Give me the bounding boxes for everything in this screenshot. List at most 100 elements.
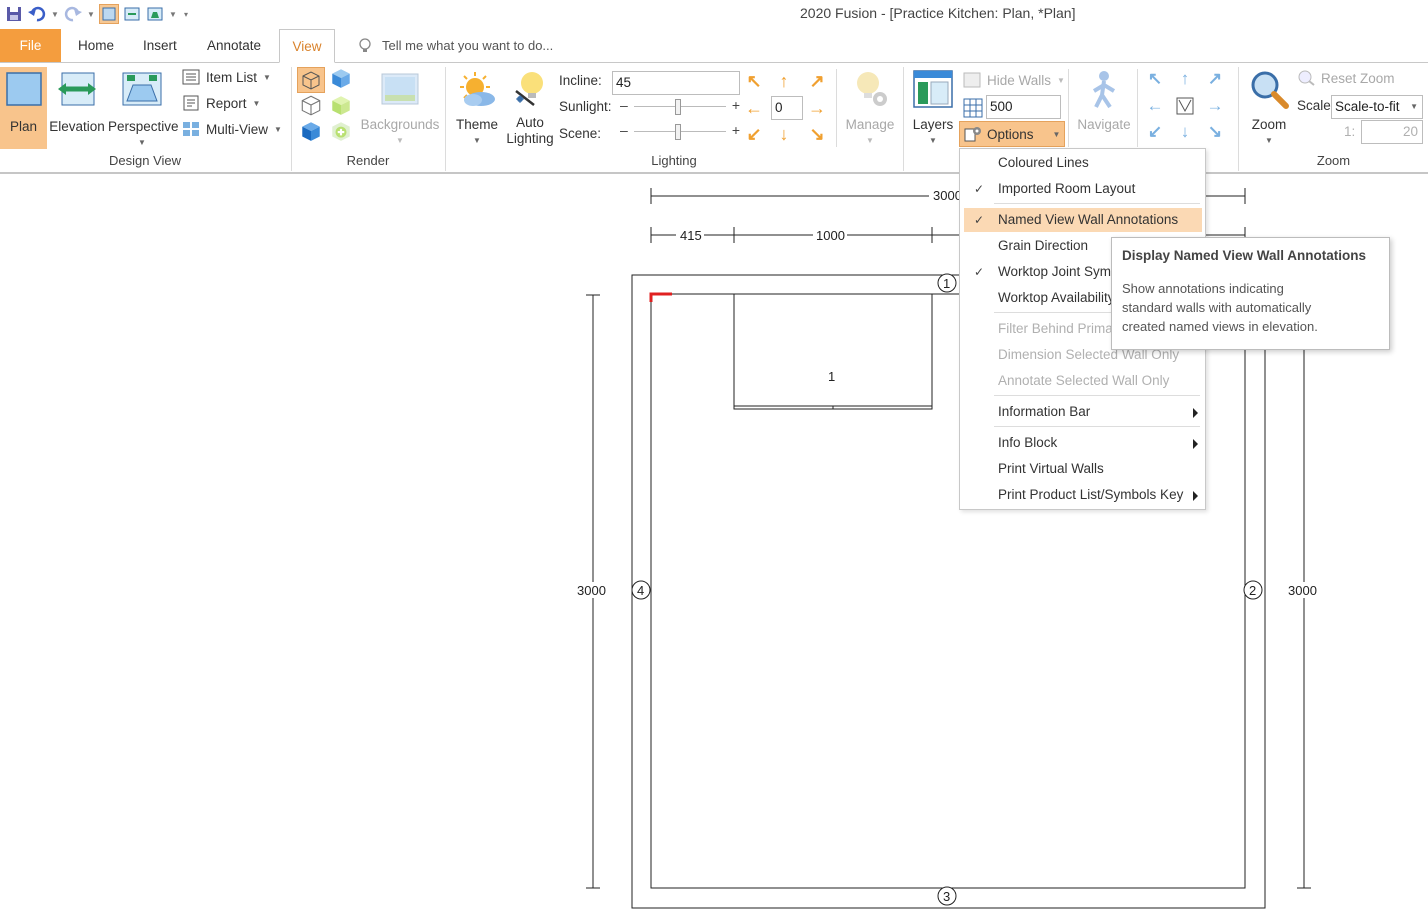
light-direction-n-button[interactable]: ↑ <box>773 70 795 92</box>
light-direction-nw-button[interactable]: ↖ <box>743 70 765 92</box>
backgrounds-button[interactable]: Backgrounds ▼ <box>360 67 440 149</box>
menu-item-label: Annotate Selected Wall Only <box>998 373 1170 388</box>
reset-zoom-button[interactable]: Reset Zoom <box>1297 70 1395 86</box>
group-separator <box>903 67 904 171</box>
perspective-quick-button[interactable] <box>145 4 165 24</box>
elevation-button[interactable]: Elevation <box>49 67 105 149</box>
pan-n-button[interactable]: ↑ <box>1174 68 1196 90</box>
scale-ratio-input[interactable]: 20 <box>1361 120 1423 144</box>
theme-button[interactable]: Theme ▼ <box>450 67 504 149</box>
sunlight-decrease[interactable]: – <box>620 97 628 113</box>
report-button[interactable]: Report ▼ <box>182 95 260 111</box>
layers-button[interactable]: Layers ▼ <box>908 67 958 149</box>
colour-render-button[interactable] <box>329 94 353 119</box>
pan-center-button[interactable] <box>1176 97 1194 118</box>
sunlight-increase[interactable]: + <box>732 97 740 113</box>
light-direction-w-button[interactable]: ← <box>743 97 765 119</box>
sunlight-slider[interactable]: – + <box>620 97 740 117</box>
light-direction-se-button[interactable]: ↘ <box>806 123 828 145</box>
menu-item-info-block[interactable]: Info Block <box>964 431 1202 455</box>
perspective-icon <box>122 72 162 106</box>
plan-view-quick-button[interactable] <box>99 4 119 24</box>
report-label: Report <box>206 95 247 111</box>
zoom-dropdown-icon: ▼ <box>1265 136 1273 145</box>
incline-input[interactable]: 45 <box>612 71 740 95</box>
redo-dropdown-icon[interactable]: ▼ <box>86 10 96 19</box>
elevation-quick-button[interactable] <box>122 4 142 24</box>
scale-select[interactable]: Scale-to-fit ▼ <box>1331 95 1423 119</box>
menu-item-annotate-selected-wall-only[interactable]: Annotate Selected Wall Only <box>964 369 1202 393</box>
save-button[interactable] <box>4 4 24 24</box>
light-direction-ne-button[interactable]: ↗ <box>806 70 828 92</box>
plan-button[interactable]: Plan <box>0 67 47 149</box>
wall-marker-3[interactable]: 3 <box>937 886 957 906</box>
wall-marker-2[interactable]: 2 <box>1243 580 1263 600</box>
customize-toolbar-icon[interactable]: ▾ <box>181 10 191 19</box>
undo-button[interactable] <box>27 4 47 24</box>
scene-decrease[interactable]: – <box>620 122 628 138</box>
menu-item-print-virtual-walls[interactable]: Print Virtual Walls <box>964 457 1202 481</box>
tab-view[interactable]: View <box>279 29 335 63</box>
perspective-dropdown-icon[interactable]: ▼ <box>108 135 176 151</box>
plan-label: Plan <box>9 119 38 134</box>
wall-height-input[interactable]: 500 <box>986 95 1061 119</box>
tell-me-search[interactable]: Tell me what you want to do... <box>358 29 553 62</box>
multi-view-button[interactable]: Multi-View ▼ <box>182 121 282 137</box>
undo-dropdown-icon[interactable]: ▼ <box>50 10 60 19</box>
options-label: Options <box>987 126 1034 142</box>
menu-item-print-product-list[interactable]: Print Product List/Symbols Key <box>964 483 1202 507</box>
redo-button[interactable] <box>63 4 83 24</box>
light-direction-sw-button[interactable]: ↙ <box>743 123 765 145</box>
sunlight-slider-thumb[interactable] <box>675 99 681 115</box>
dimension-top-overall-text: 3000 <box>933 188 962 203</box>
wall-marker-1[interactable]: 1 <box>937 273 957 293</box>
menu-item-imported-room-layout[interactable]: ✓ Imported Room Layout <box>964 177 1202 201</box>
tell-me-input[interactable]: Tell me what you want to do... <box>382 38 553 53</box>
hidden-line-render-button[interactable] <box>299 94 323 119</box>
light-rotation-input[interactable]: 0 <box>771 96 803 120</box>
pan-s-button[interactable]: ↓ <box>1174 121 1196 143</box>
cabinet-outline <box>733 293 933 410</box>
shaded-render-button[interactable] <box>329 67 353 92</box>
dimension-right-text: 3000 <box>1288 583 1317 598</box>
scene-increase[interactable]: + <box>732 122 740 138</box>
pan-sw-button[interactable]: ↙ <box>1144 121 1166 143</box>
scene-slider-thumb[interactable] <box>675 124 681 140</box>
hide-walls-button[interactable]: Hide Walls ▼ <box>963 72 1065 88</box>
backgrounds-dropdown-icon: ▼ <box>396 136 404 145</box>
tab-annotate[interactable]: Annotate <box>207 29 261 62</box>
item-list-label: Item List <box>206 69 258 85</box>
menu-item-information-bar[interactable]: Information Bar <box>964 400 1202 424</box>
lighting-inner-separator <box>836 69 837 147</box>
menu-item-label: Print Virtual Walls <box>998 461 1104 476</box>
light-direction-s-button[interactable]: ↓ <box>773 123 795 145</box>
auto-lighting-button[interactable]: Auto Lighting <box>505 67 555 149</box>
pan-w-button[interactable]: ← <box>1144 95 1166 117</box>
pan-sw-icon: ↙ <box>1147 122 1163 141</box>
pan-se-button[interactable]: ↘ <box>1204 121 1226 143</box>
tab-insert[interactable]: Insert <box>143 29 177 62</box>
zoom-button[interactable]: Zoom ▼ <box>1243 67 1295 149</box>
tab-file[interactable]: File <box>0 29 61 62</box>
pan-center-icon <box>1176 97 1194 115</box>
perspective-button[interactable]: Perspective ▼ <box>108 67 179 151</box>
wall-marker-4[interactable]: 4 <box>631 580 651 600</box>
ribbon: Plan Elevation Perspective ▼ Item List ▼ … <box>0 62 1428 174</box>
options-button[interactable]: Options ▼ <box>959 121 1065 147</box>
pan-ne-button[interactable]: ↗ <box>1204 68 1226 90</box>
pan-nw-button[interactable]: ↖ <box>1144 68 1166 90</box>
menu-item-coloured-lines[interactable]: Coloured Lines <box>964 151 1202 175</box>
item-list-button[interactable]: Item List ▼ <box>182 69 271 85</box>
menu-item-named-view-wall-annotations[interactable]: ✓ Named View Wall Annotations <box>964 208 1202 232</box>
add-render-button[interactable] <box>329 120 353 145</box>
light-direction-e-button[interactable]: → <box>806 97 828 119</box>
tab-home[interactable]: Home <box>78 29 114 62</box>
scene-slider[interactable]: – + <box>620 122 740 142</box>
item-list-dropdown-icon: ▼ <box>263 72 271 82</box>
views-dropdown-icon[interactable]: ▼ <box>168 10 178 19</box>
photo-render-button[interactable] <box>299 120 323 145</box>
wireframe-render-button[interactable] <box>297 67 325 93</box>
pan-e-button[interactable]: → <box>1204 95 1226 117</box>
manage-button[interactable]: Manage ▼ <box>840 67 900 149</box>
navigate-button[interactable]: Navigate <box>1072 67 1136 149</box>
